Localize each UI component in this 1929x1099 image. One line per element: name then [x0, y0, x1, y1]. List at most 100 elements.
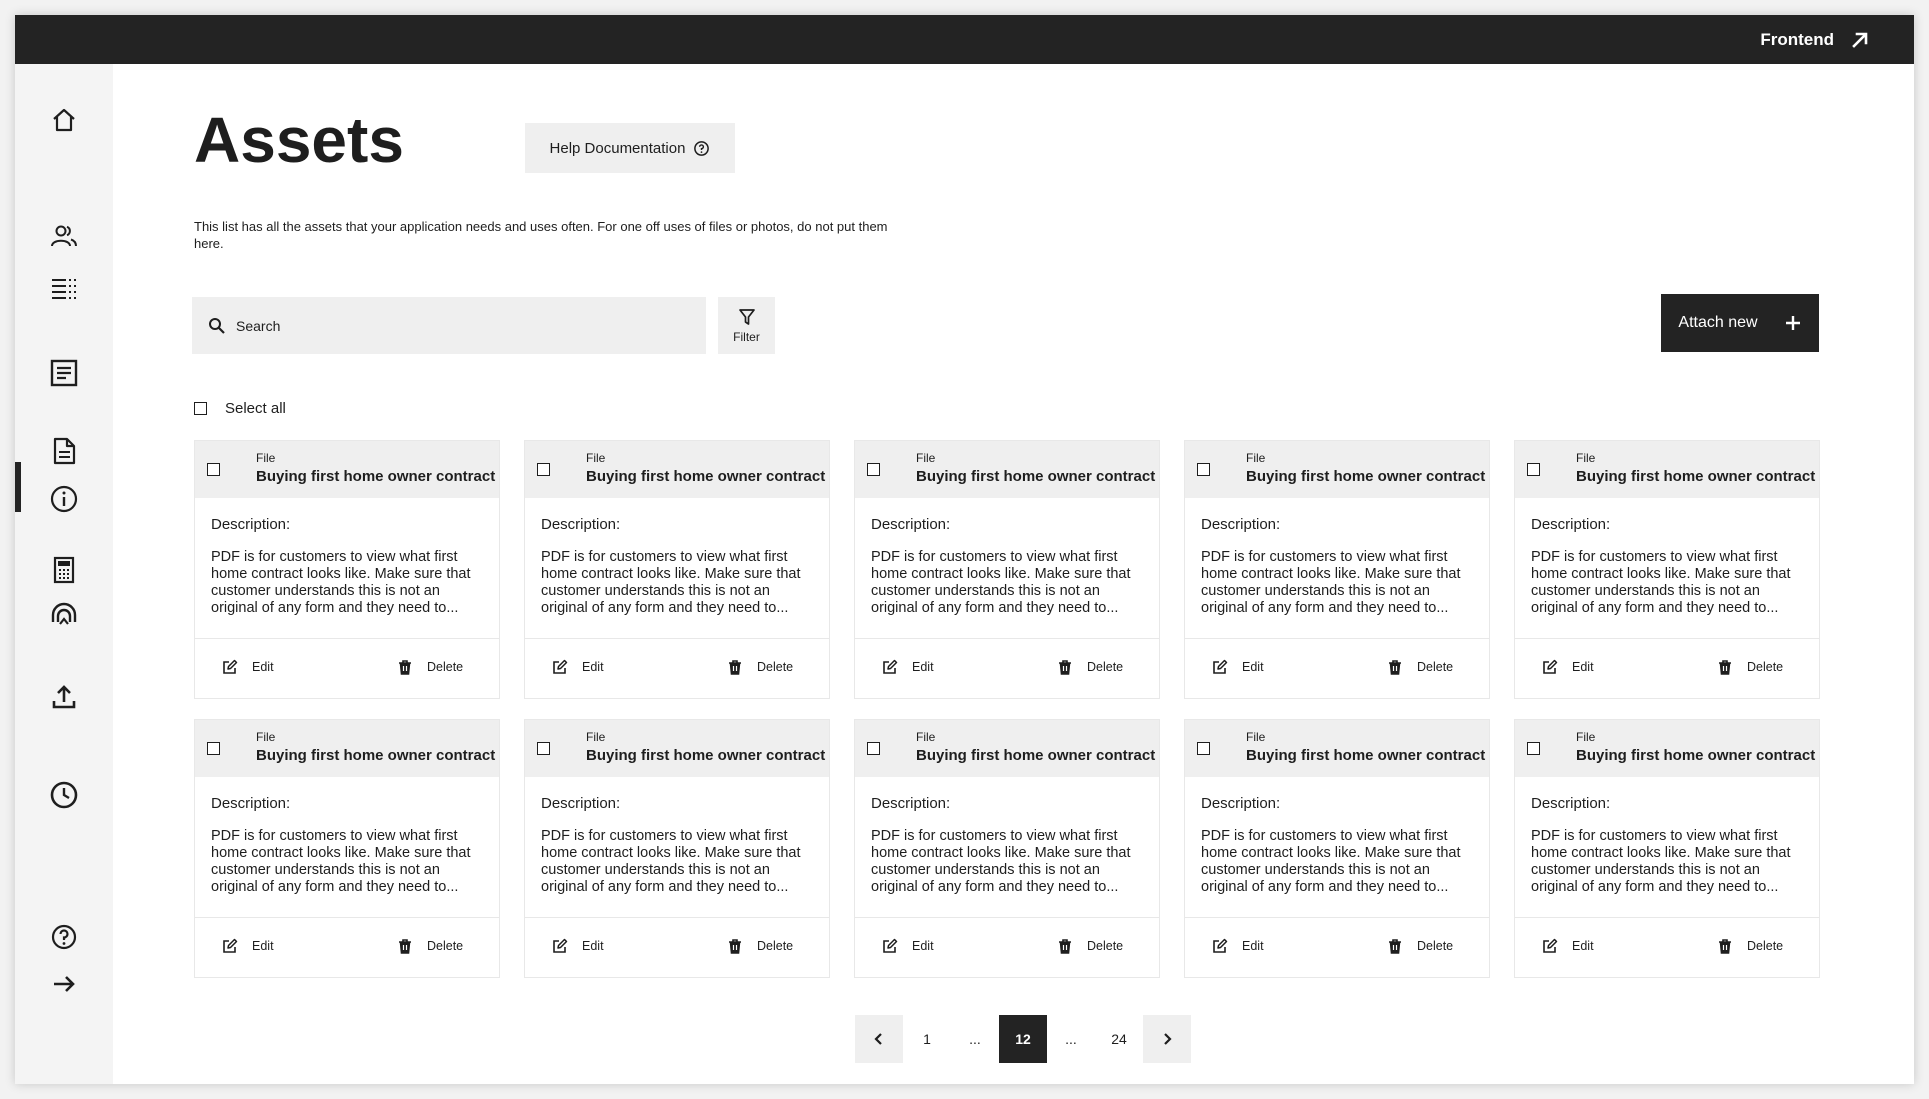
card-title: Buying first home owner contract — [916, 468, 1156, 485]
page-link-current[interactable]: 12 — [999, 1015, 1047, 1063]
filter-button[interactable]: Filter — [718, 297, 775, 354]
card-footer: Edit Delete — [525, 917, 829, 977]
card-checkbox[interactable] — [1197, 742, 1210, 755]
sidebar-item-users[interactable] — [48, 220, 80, 252]
delete-button[interactable]: Delete — [397, 938, 463, 954]
edit-button[interactable]: Edit — [882, 938, 934, 954]
sidebar-item-article[interactable] — [48, 357, 80, 389]
card-footer: Edit Delete — [1515, 638, 1819, 698]
delete-button[interactable]: Delete — [1387, 938, 1453, 954]
card-description: PDF is for customers to view what first … — [1201, 549, 1461, 616]
search-box — [192, 297, 706, 354]
sidebar-item-support[interactable] — [48, 597, 80, 629]
sidebar-item-history[interactable] — [48, 779, 80, 811]
edit-button[interactable]: Edit — [1212, 659, 1264, 675]
card-type-label: File — [1576, 730, 1596, 744]
sidebar-item-help[interactable] — [48, 921, 80, 953]
sidebar-item-list[interactable] — [48, 272, 80, 304]
card-title: Buying first home owner contract — [1576, 468, 1816, 485]
card-title: Buying first home owner contract — [586, 468, 826, 485]
prev-page-button[interactable] — [855, 1015, 903, 1063]
card-description-label: Description: — [871, 795, 951, 812]
delete-button[interactable]: Delete — [1057, 938, 1123, 954]
delete-button[interactable]: Delete — [1387, 659, 1453, 675]
select-all-label: Select all — [225, 400, 286, 417]
select-all[interactable]: Select all — [194, 400, 286, 417]
edit-icon — [553, 938, 568, 953]
clock-icon — [50, 781, 78, 809]
card-type-label: File — [256, 451, 276, 465]
card-footer: Edit Delete — [1185, 917, 1489, 977]
card-header: File Buying first home owner contract — [855, 441, 1159, 498]
document-icon — [53, 437, 76, 465]
card-checkbox[interactable] — [1527, 463, 1540, 476]
card-description-label: Description: — [211, 516, 291, 533]
edit-button[interactable]: Edit — [222, 938, 274, 954]
sidebar-item-home[interactable] — [48, 104, 80, 136]
card-checkbox[interactable] — [207, 463, 220, 476]
frontend-link[interactable]: Frontend — [1760, 15, 1870, 64]
card-title: Buying first home owner contract — [916, 747, 1156, 764]
sidebar-item-info[interactable] — [48, 483, 80, 515]
edit-label: Edit — [582, 939, 604, 953]
card-checkbox[interactable] — [1197, 463, 1210, 476]
list-icon — [52, 279, 76, 299]
select-all-checkbox[interactable] — [194, 402, 207, 415]
delete-button[interactable]: Delete — [727, 938, 793, 954]
card-title: Buying first home owner contract — [1246, 747, 1486, 764]
sidebar-item-document[interactable] — [48, 435, 80, 467]
delete-label: Delete — [427, 660, 464, 674]
edit-button[interactable]: Edit — [1542, 938, 1594, 954]
asset-card: File Buying first home owner contract Desc… — [854, 440, 1160, 699]
help-documentation-label: Help Documentation — [549, 139, 686, 157]
card-header: File Buying first home owner contract — [1185, 441, 1489, 498]
card-checkbox[interactable] — [1527, 742, 1540, 755]
delete-button[interactable]: Delete — [1717, 938, 1783, 954]
card-checkbox[interactable] — [537, 742, 550, 755]
edit-button[interactable]: Edit — [222, 659, 274, 675]
delete-button[interactable]: Delete — [1057, 659, 1123, 675]
delete-button[interactable]: Delete — [397, 659, 463, 675]
asset-card: File Buying first home owner contract Desc… — [524, 719, 830, 978]
page-link-1[interactable]: 1 — [903, 1015, 951, 1063]
asset-card: File Buying first home owner contract Desc… — [854, 719, 1160, 978]
home-icon — [53, 108, 75, 132]
card-description-label: Description: — [1201, 516, 1281, 533]
help-documentation-button[interactable]: Help Documentation — [525, 123, 735, 173]
card-header: File Buying first home owner contract — [1515, 720, 1819, 777]
trash-icon — [1059, 939, 1071, 954]
sidebar-item-upload[interactable] — [48, 681, 80, 713]
next-page-button[interactable] — [1143, 1015, 1191, 1063]
card-checkbox[interactable] — [537, 463, 550, 476]
edit-button[interactable]: Edit — [552, 659, 604, 675]
card-type-label: File — [586, 730, 606, 744]
edit-icon — [1543, 659, 1558, 674]
card-description: PDF is for customers to view what first … — [1531, 549, 1791, 616]
trash-icon — [1059, 660, 1071, 675]
search-input[interactable] — [236, 317, 676, 334]
users-icon — [51, 225, 77, 247]
edit-button[interactable]: Edit — [1212, 938, 1264, 954]
card-footer: Edit Delete — [525, 638, 829, 698]
sidebar-item-calculator[interactable] — [48, 554, 80, 586]
page-ellipsis: ... — [1065, 1031, 1077, 1047]
card-description-label: Description: — [871, 516, 951, 533]
chevron-left-icon — [874, 1033, 882, 1045]
asset-card: File Buying first home owner contract Desc… — [194, 719, 500, 978]
edit-button[interactable]: Edit — [552, 938, 604, 954]
delete-button[interactable]: Delete — [727, 659, 793, 675]
delete-button[interactable]: Delete — [1717, 659, 1783, 675]
card-checkbox[interactable] — [867, 742, 880, 755]
edit-button[interactable]: Edit — [882, 659, 934, 675]
attach-new-button[interactable]: Attach new — [1661, 294, 1819, 352]
arrow-right-icon — [54, 976, 75, 992]
edit-button[interactable]: Edit — [1542, 659, 1594, 675]
help-icon — [694, 140, 710, 156]
card-checkbox[interactable] — [207, 742, 220, 755]
page-link-last[interactable]: 24 — [1095, 1015, 1143, 1063]
sidebar-item-logout[interactable] — [48, 968, 80, 1000]
plus-icon — [1785, 316, 1800, 330]
page-description: This list has all the assets that your a… — [194, 219, 888, 251]
card-checkbox[interactable] — [867, 463, 880, 476]
asset-card: File Buying first home owner contract Desc… — [524, 440, 830, 699]
